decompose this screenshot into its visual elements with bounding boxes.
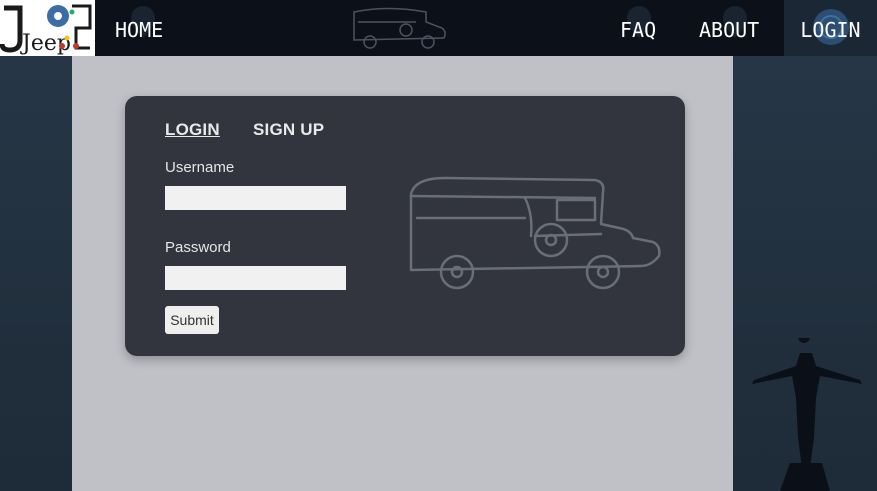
- tab-signup[interactable]: SIGN UP: [253, 120, 324, 140]
- submit-button[interactable]: Submit: [165, 306, 219, 334]
- jeepney-illustration: [409, 176, 661, 290]
- password-input[interactable]: [165, 266, 346, 290]
- login-card: LOGIN SIGN UP Username Password Submit: [125, 96, 685, 356]
- nav-login-label: LOGIN: [800, 18, 861, 42]
- nav-home[interactable]: HOME: [115, 0, 163, 56]
- password-label: Password: [165, 239, 231, 256]
- nav-about[interactable]: ABOUT: [699, 0, 759, 56]
- jeepney-icon: [353, 7, 446, 49]
- statue-silhouette: [752, 338, 862, 491]
- logo-icon: Jeep: [0, 4, 92, 56]
- tab-login[interactable]: LOGIN: [165, 120, 220, 140]
- username-label: Username: [165, 159, 235, 176]
- nav-login[interactable]: LOGIN: [784, 0, 877, 56]
- left-background: [0, 56, 72, 491]
- navbar: Jeep HOME FAQ ABOUT LOGIN: [0, 0, 877, 56]
- username-input[interactable]: [165, 186, 346, 210]
- nav-faq[interactable]: FAQ: [620, 0, 656, 56]
- site-logo[interactable]: Jeep: [0, 0, 95, 56]
